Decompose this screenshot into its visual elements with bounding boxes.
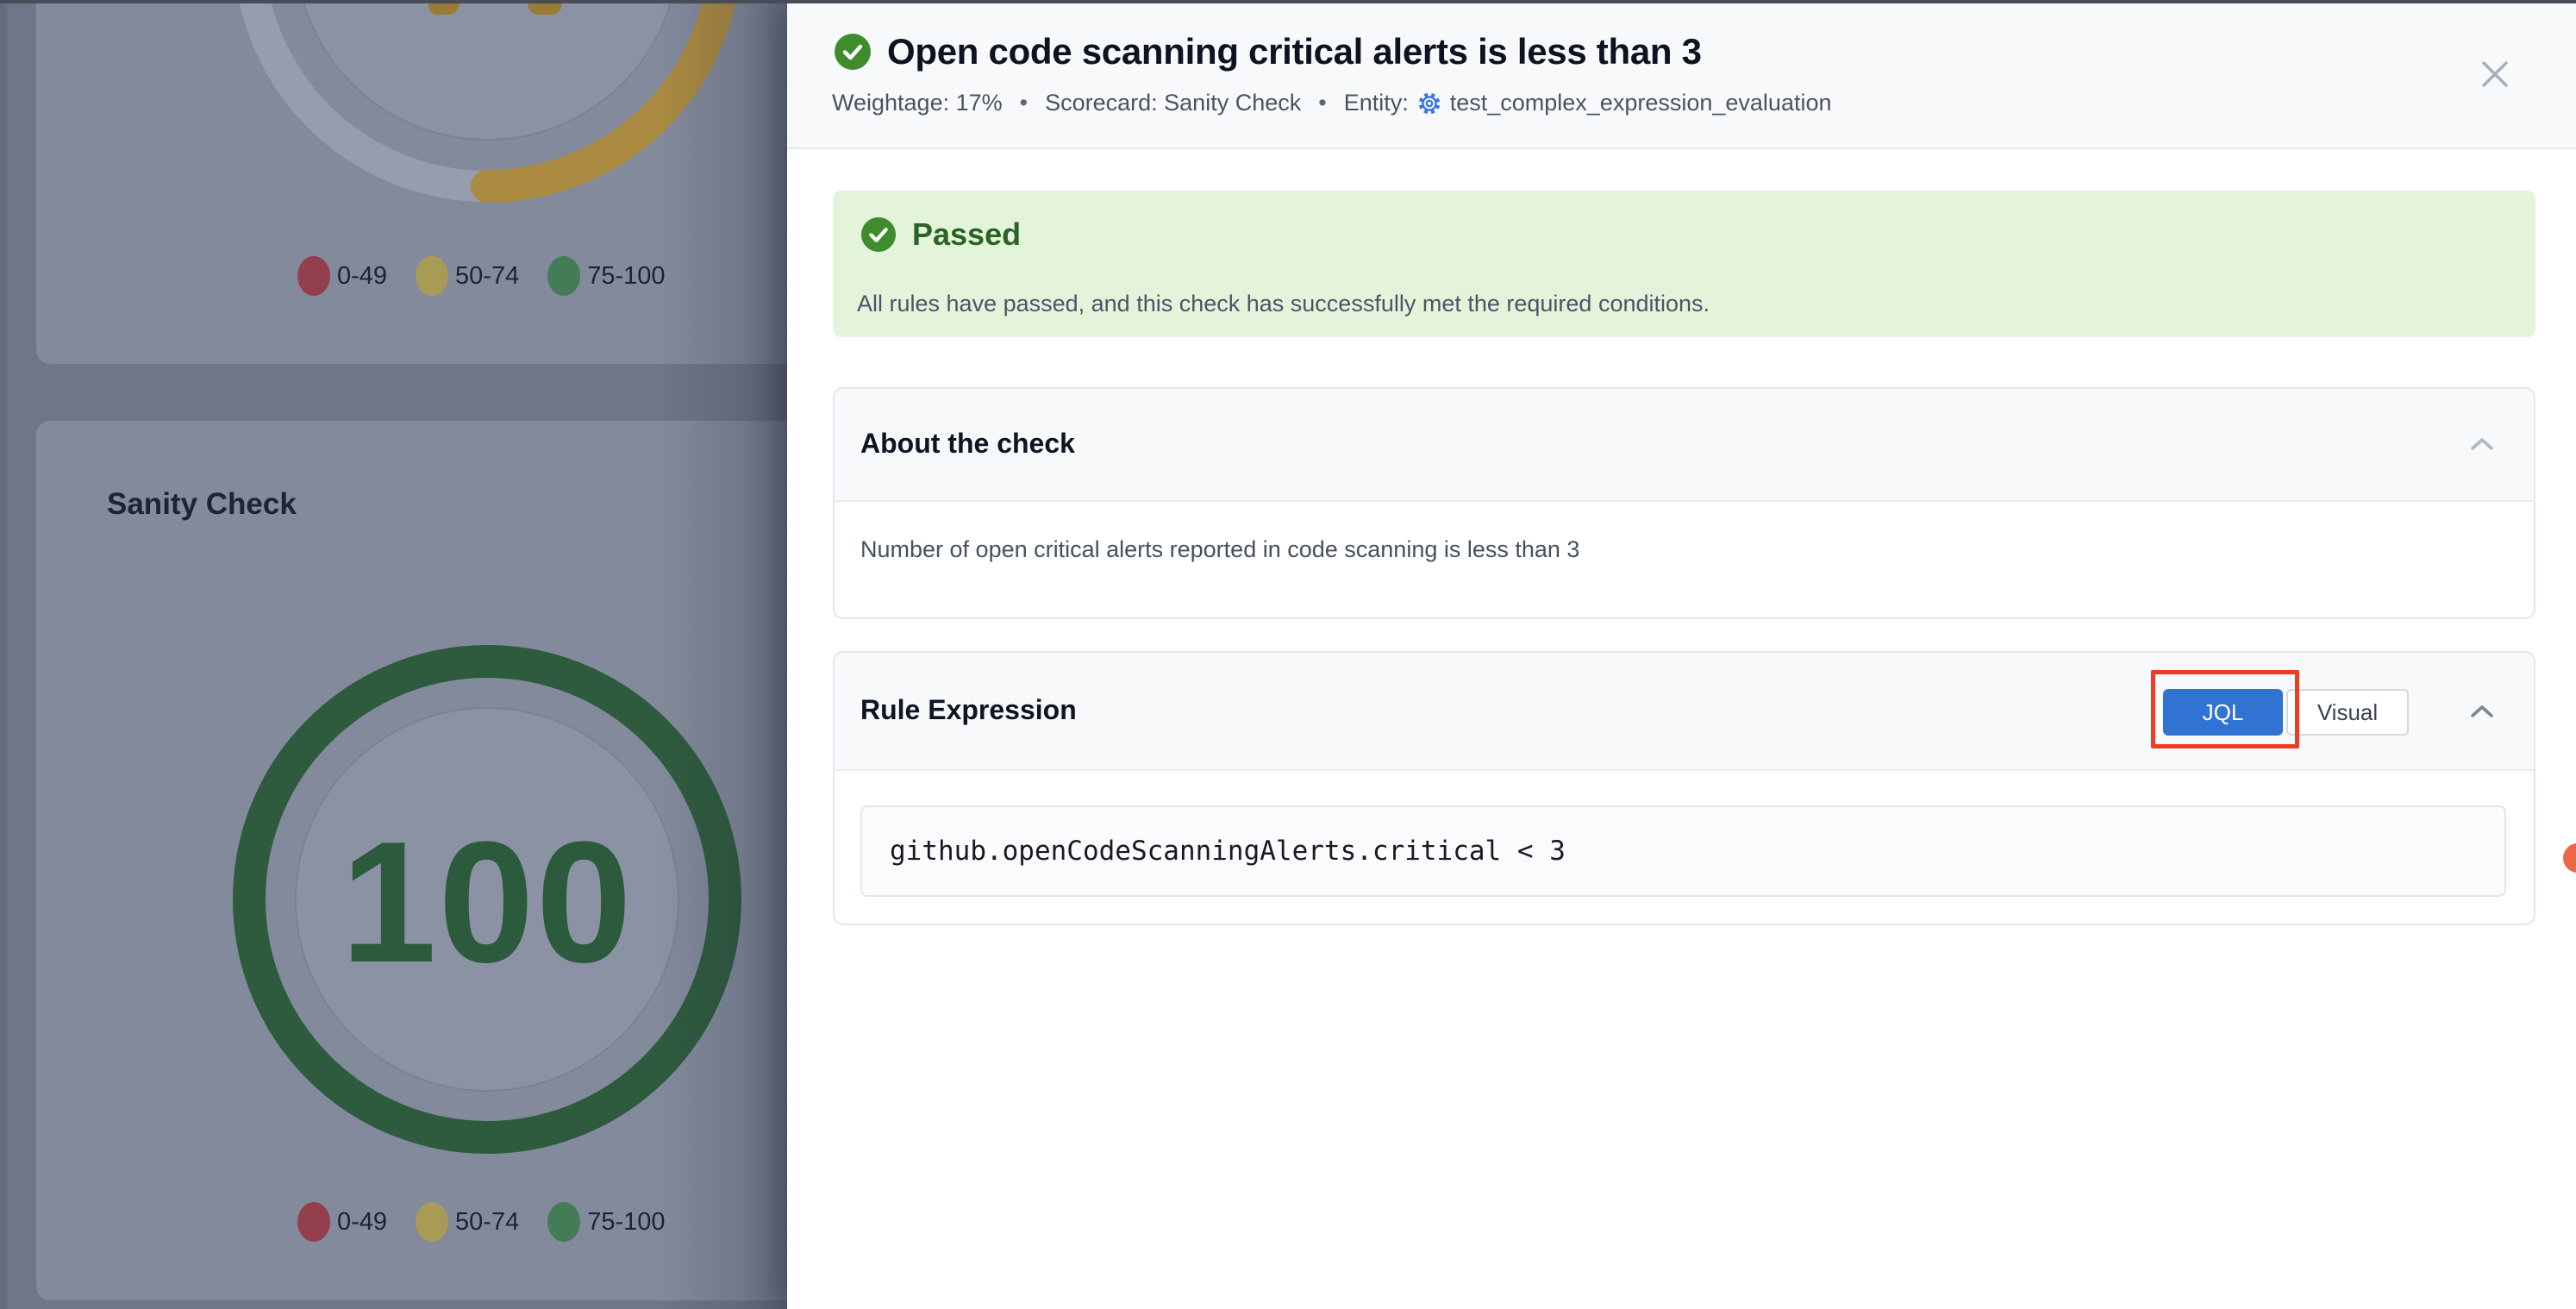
about-check-body: Number of open critical alerts reported … <box>835 502 2534 563</box>
bullet-separator: • <box>1318 90 1326 116</box>
legend-item: 50-74 <box>416 1202 519 1242</box>
legend-dot-red <box>297 1202 330 1242</box>
check-meta-row: Weightage: 17% • Scorecard: Sanity Check… <box>832 90 1832 116</box>
about-check-header[interactable]: About the check <box>835 389 2534 502</box>
about-check-card: About the check Number of open critical … <box>833 387 2535 619</box>
legend-label: 0-49 <box>337 1202 387 1242</box>
status-banner-passed: Passed All rules have passed, and this c… <box>833 191 2535 337</box>
entity-wrap: Entity: test_complex_expression_evaluati… <box>1344 90 1832 116</box>
check-passed-icon <box>860 216 897 253</box>
status-banner-heading-row: Passed <box>860 216 1021 253</box>
legend-item: 50-74 <box>416 256 519 296</box>
legend-item: 75-100 <box>547 1202 665 1242</box>
visual-toggle-button[interactable]: Visual <box>2286 689 2409 736</box>
legend-label: 50-74 <box>455 1202 519 1242</box>
jql-toggle-button[interactable]: JQL <box>2163 689 2283 736</box>
legend-item: 75-100 <box>547 256 665 296</box>
check-detail-panel: Open code scanning critical alerts is le… <box>787 0 2576 1309</box>
bullet-separator: • <box>1020 90 1028 116</box>
panel-title-row: Open code scanning critical alerts is le… <box>834 31 1702 72</box>
screen: 0-49 50-74 75-100 Sanity Check 100 0-49 <box>0 0 2576 1309</box>
entity-label: Entity: <box>1344 90 1409 116</box>
panel-header: Open code scanning critical alerts is le… <box>787 0 2576 149</box>
rule-expression-code: github.openCodeScanningAlerts.critical <… <box>862 807 2504 895</box>
gauge-inner-disc <box>296 3 678 140</box>
legend-item: 0-49 <box>297 256 387 296</box>
legend-label: 75-100 <box>587 256 665 296</box>
check-passed-icon <box>834 33 872 71</box>
legend-dot-green <box>547 256 580 296</box>
scorecard-text: Scorecard: Sanity Check <box>1045 90 1301 116</box>
weightage-text: Weightage: 17% <box>832 90 1003 116</box>
gear-icon <box>1416 91 1442 116</box>
chevron-up-icon[interactable] <box>2470 437 2494 451</box>
close-icon[interactable] <box>2479 59 2510 90</box>
scorecard-title: Sanity Check <box>107 487 297 522</box>
rule-expression-header: Rule Expression Visual JQL <box>835 653 2534 771</box>
legend-dot-gold <box>416 256 448 296</box>
chevron-up-icon[interactable] <box>2470 705 2494 718</box>
about-check-title: About the check <box>860 389 1075 498</box>
rule-expression-card: Rule Expression Visual JQL github.openCo… <box>833 651 2535 925</box>
modal-shadow-gradient <box>658 0 787 1309</box>
legend-label: 0-49 <box>337 256 387 296</box>
legend-dot-green <box>547 1202 580 1242</box>
legend-dot-red <box>297 256 330 296</box>
legend-item: 0-49 <box>297 1202 387 1242</box>
check-title: Open code scanning critical alerts is le… <box>887 31 1702 72</box>
gauge-legend: 0-49 50-74 75-100 <box>297 1202 666 1242</box>
gauge-legend: 0-49 50-74 75-100 <box>297 256 666 296</box>
entity-name[interactable]: test_complex_expression_evaluation <box>1450 90 1832 116</box>
rule-expression-code-box[interactable]: github.openCodeScanningAlerts.critical <… <box>860 805 2506 897</box>
status-heading: Passed <box>912 216 1021 253</box>
gauge-score-value: 100 <box>341 806 634 999</box>
legend-label: 50-74 <box>455 256 519 296</box>
legend-dot-gold <box>416 1202 448 1242</box>
rule-expression-title: Rule Expression <box>860 653 1077 767</box>
status-description: All rules have passed, and this check ha… <box>857 291 1710 317</box>
cursor-indicator-dot <box>2563 843 2576 873</box>
page-left-edge <box>0 0 7 1309</box>
window-top-edge <box>0 0 2576 3</box>
legend-label: 75-100 <box>587 1202 665 1242</box>
